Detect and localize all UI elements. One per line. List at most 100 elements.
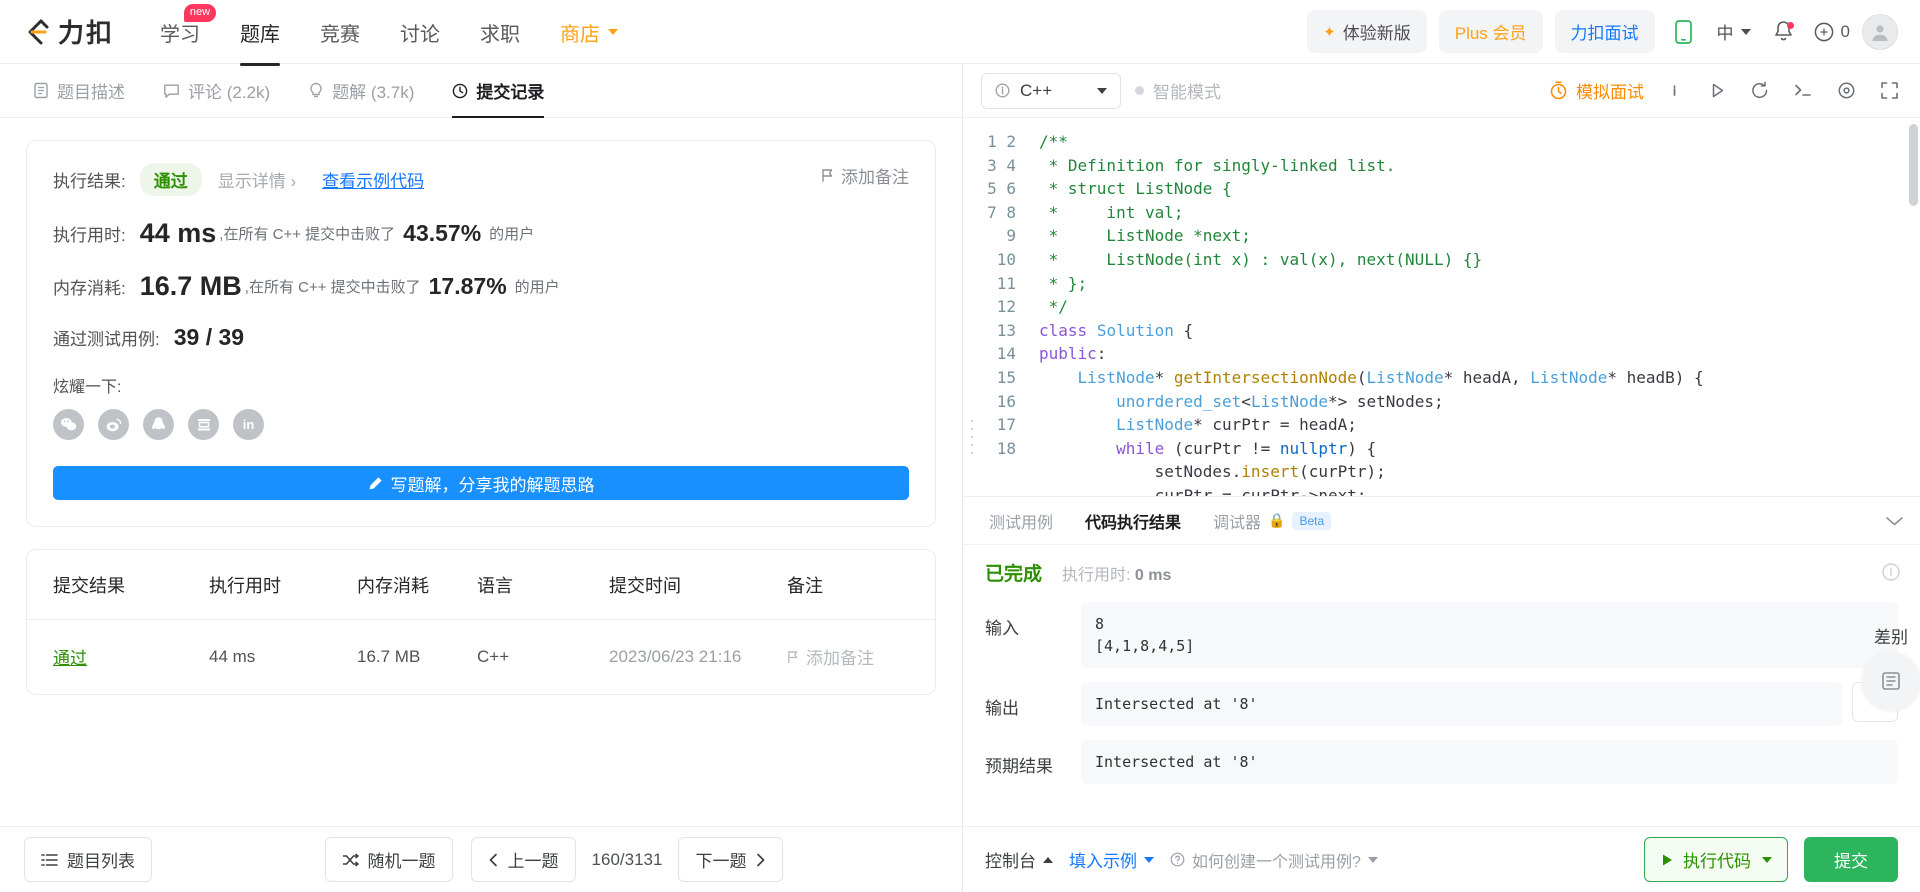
- tab-code-result[interactable]: 代码执行结果: [1069, 497, 1197, 544]
- smart-mode-toggle[interactable]: 智能模式: [1135, 78, 1221, 103]
- nav-item-contest[interactable]: 竞赛: [300, 0, 380, 66]
- info-icon[interactable]: [1661, 78, 1687, 104]
- add-note-button[interactable]: 添加备注: [821, 163, 909, 188]
- how-to-label: 如何创建一个测试用例?: [1192, 853, 1361, 871]
- mock-interview-button[interactable]: 模拟面试: [1549, 78, 1644, 103]
- submit-button[interactable]: 提交: [1804, 837, 1898, 882]
- page-indicator: 160/3131: [591, 849, 663, 869]
- nav-item-study[interactable]: 学习 new: [140, 0, 220, 66]
- code-content[interactable]: /** * Definition for singly-linked list.…: [1025, 118, 1920, 496]
- output-row: 输出 Intersected at '8': [985, 682, 1898, 726]
- row-add-note-button[interactable]: 添加备注: [787, 644, 935, 669]
- coins-counter[interactable]: 0: [1813, 21, 1850, 43]
- main-nav: 学习 new 题库 竞赛 讨论 求职 商店: [140, 0, 638, 66]
- tab-debugger[interactable]: 调试器 🔒 Beta: [1197, 497, 1347, 544]
- testcases-row: 通过测试用例: 39 / 39: [53, 324, 909, 351]
- play-icon[interactable]: [1704, 78, 1730, 104]
- tab-submissions[interactable]: 提交记录: [433, 64, 563, 118]
- console-label: 控制台: [985, 852, 1036, 871]
- test-result-panel: 测试用例 代码执行结果 调试器 🔒 Beta 已完成 执行用时: 0 ms 输入…: [963, 496, 1920, 826]
- reset-icon[interactable]: [1747, 78, 1773, 104]
- chevron-down-icon: [1762, 856, 1772, 863]
- tab-comments[interactable]: 评论 (2.2k): [144, 64, 289, 117]
- play-icon: [1663, 854, 1672, 865]
- new-version-label: 体验新版: [1342, 24, 1411, 43]
- next-problem-label: 下一题: [695, 852, 747, 871]
- settings-icon[interactable]: [1833, 78, 1859, 104]
- linkedin-icon[interactable]: in: [233, 409, 264, 440]
- problem-list-button[interactable]: 题目列表: [24, 837, 152, 882]
- plus-label: Plus 会员: [1454, 24, 1527, 43]
- collapse-panel-button[interactable]: [1885, 497, 1904, 544]
- wechat-icon[interactable]: [53, 409, 84, 440]
- execution-runtime: 执行用时: 0 ms: [1062, 561, 1171, 585]
- chevron-down-icon: [608, 29, 619, 35]
- diff-fab-button[interactable]: [1862, 652, 1920, 710]
- runtime-suffix: 的用户: [489, 226, 535, 243]
- mobile-app-icon[interactable]: [1667, 15, 1701, 49]
- qq-icon[interactable]: [143, 409, 174, 440]
- left-footer-toolbar: 题目列表 随机一题 上一题 160/3131 下一题: [0, 826, 962, 892]
- view-sample-code-link[interactable]: 查看示例代码: [322, 167, 424, 192]
- nav-item-problems[interactable]: 题库: [220, 0, 300, 66]
- submission-detail-scroll: 添加备注 执行结果: 通过 显示详情 › 查看示例代码 执行用时: 44 ms …: [0, 118, 962, 826]
- interview-button[interactable]: 力扣面试: [1554, 10, 1655, 53]
- tab-label: 题目描述: [57, 83, 125, 102]
- prev-problem-button[interactable]: 上一题: [470, 837, 576, 882]
- next-problem-button[interactable]: 下一题: [678, 837, 784, 882]
- chevron-down-icon: [1367, 856, 1378, 863]
- editor-scrollbar[interactable]: [1909, 124, 1918, 206]
- language-label: 中: [1716, 24, 1734, 43]
- language-select[interactable]: C++: [981, 72, 1121, 109]
- new-version-button[interactable]: ✦ 体验新版: [1307, 10, 1427, 53]
- fold-dot-icon: [971, 428, 973, 430]
- notifications-button[interactable]: [1767, 15, 1801, 49]
- beta-badge: Beta: [1292, 511, 1332, 530]
- weibo-icon[interactable]: [98, 409, 129, 440]
- random-problem-button[interactable]: 随机一题: [324, 837, 453, 882]
- coin-icon: [1814, 22, 1833, 41]
- execution-status-line: 已完成 执行用时: 0 ms: [985, 559, 1898, 586]
- tab-description[interactable]: 题目描述: [14, 64, 144, 117]
- nav-item-discuss[interactable]: 讨论: [380, 0, 460, 66]
- nav-item-jobs[interactable]: 求职: [460, 0, 540, 66]
- chevron-up-icon: [1043, 856, 1053, 863]
- tab-label: 题解 (3.7k): [332, 83, 415, 102]
- info-icon[interactable]: [1882, 563, 1900, 586]
- write-solution-button[interactable]: 写题解，分享我的解题思路: [53, 466, 909, 500]
- nav-item-store[interactable]: 商店: [540, 0, 638, 66]
- show-detail-label: 显示详情: [217, 172, 286, 191]
- code-editor[interactable]: 1 2 3 4 5 6 7 8 9 10 11 12 13 14 15 16 1…: [963, 118, 1920, 496]
- prev-problem-label: 上一题: [507, 852, 559, 871]
- logo[interactable]: 力扣: [20, 13, 114, 50]
- runtime-row: 执行用时: 44 ms ,在所有 C++ 提交中击败了 43.57% 的用户: [53, 218, 909, 249]
- language-selector[interactable]: 中: [1713, 19, 1755, 44]
- execution-status: 已完成: [985, 564, 1043, 585]
- tab-solutions[interactable]: 题解 (3.7k): [289, 64, 433, 117]
- new-badge: new: [183, 3, 217, 22]
- table-row[interactable]: 通过 44 ms 16.7 MB C++ 2023/06/23 21:16 添加…: [27, 620, 935, 695]
- chevron-down-icon: [1740, 28, 1751, 35]
- console-toggle[interactable]: 控制台: [985, 847, 1053, 872]
- plus-membership-button[interactable]: Plus 会员: [1438, 10, 1543, 53]
- editor-toolbar: C++ 智能模式 模拟面试: [963, 64, 1920, 118]
- how-to-link[interactable]: 如何创建一个测试用例?: [1170, 848, 1378, 872]
- terminal-icon[interactable]: [1790, 78, 1816, 104]
- input-value[interactable]: 8 [4,1,8,4,5]: [1081, 602, 1898, 668]
- input-label: 输入: [985, 619, 1019, 638]
- smart-mode-label: 智能模式: [1153, 83, 1221, 102]
- run-code-button[interactable]: 执行代码: [1644, 837, 1788, 882]
- expected-value: Intersected at '8': [1081, 740, 1898, 784]
- nav-label: 讨论: [400, 23, 441, 46]
- douban-icon[interactable]: [188, 409, 219, 440]
- show-detail-link[interactable]: 显示详情 ›: [218, 167, 296, 192]
- row-memory: 16.7 MB: [357, 646, 421, 666]
- row-status[interactable]: 通过: [53, 649, 87, 668]
- bulb-icon: [310, 82, 322, 98]
- avatar[interactable]: [1862, 13, 1898, 50]
- input-row: 输入 8 [4,1,8,4,5]: [985, 602, 1898, 668]
- fullscreen-icon[interactable]: [1876, 78, 1902, 104]
- fill-example-button[interactable]: 填入示例: [1069, 847, 1154, 872]
- tab-testcase[interactable]: 测试用例: [973, 497, 1069, 544]
- header-actions: ✦ 体验新版 Plus 会员 力扣面试 中 0: [1307, 10, 1898, 53]
